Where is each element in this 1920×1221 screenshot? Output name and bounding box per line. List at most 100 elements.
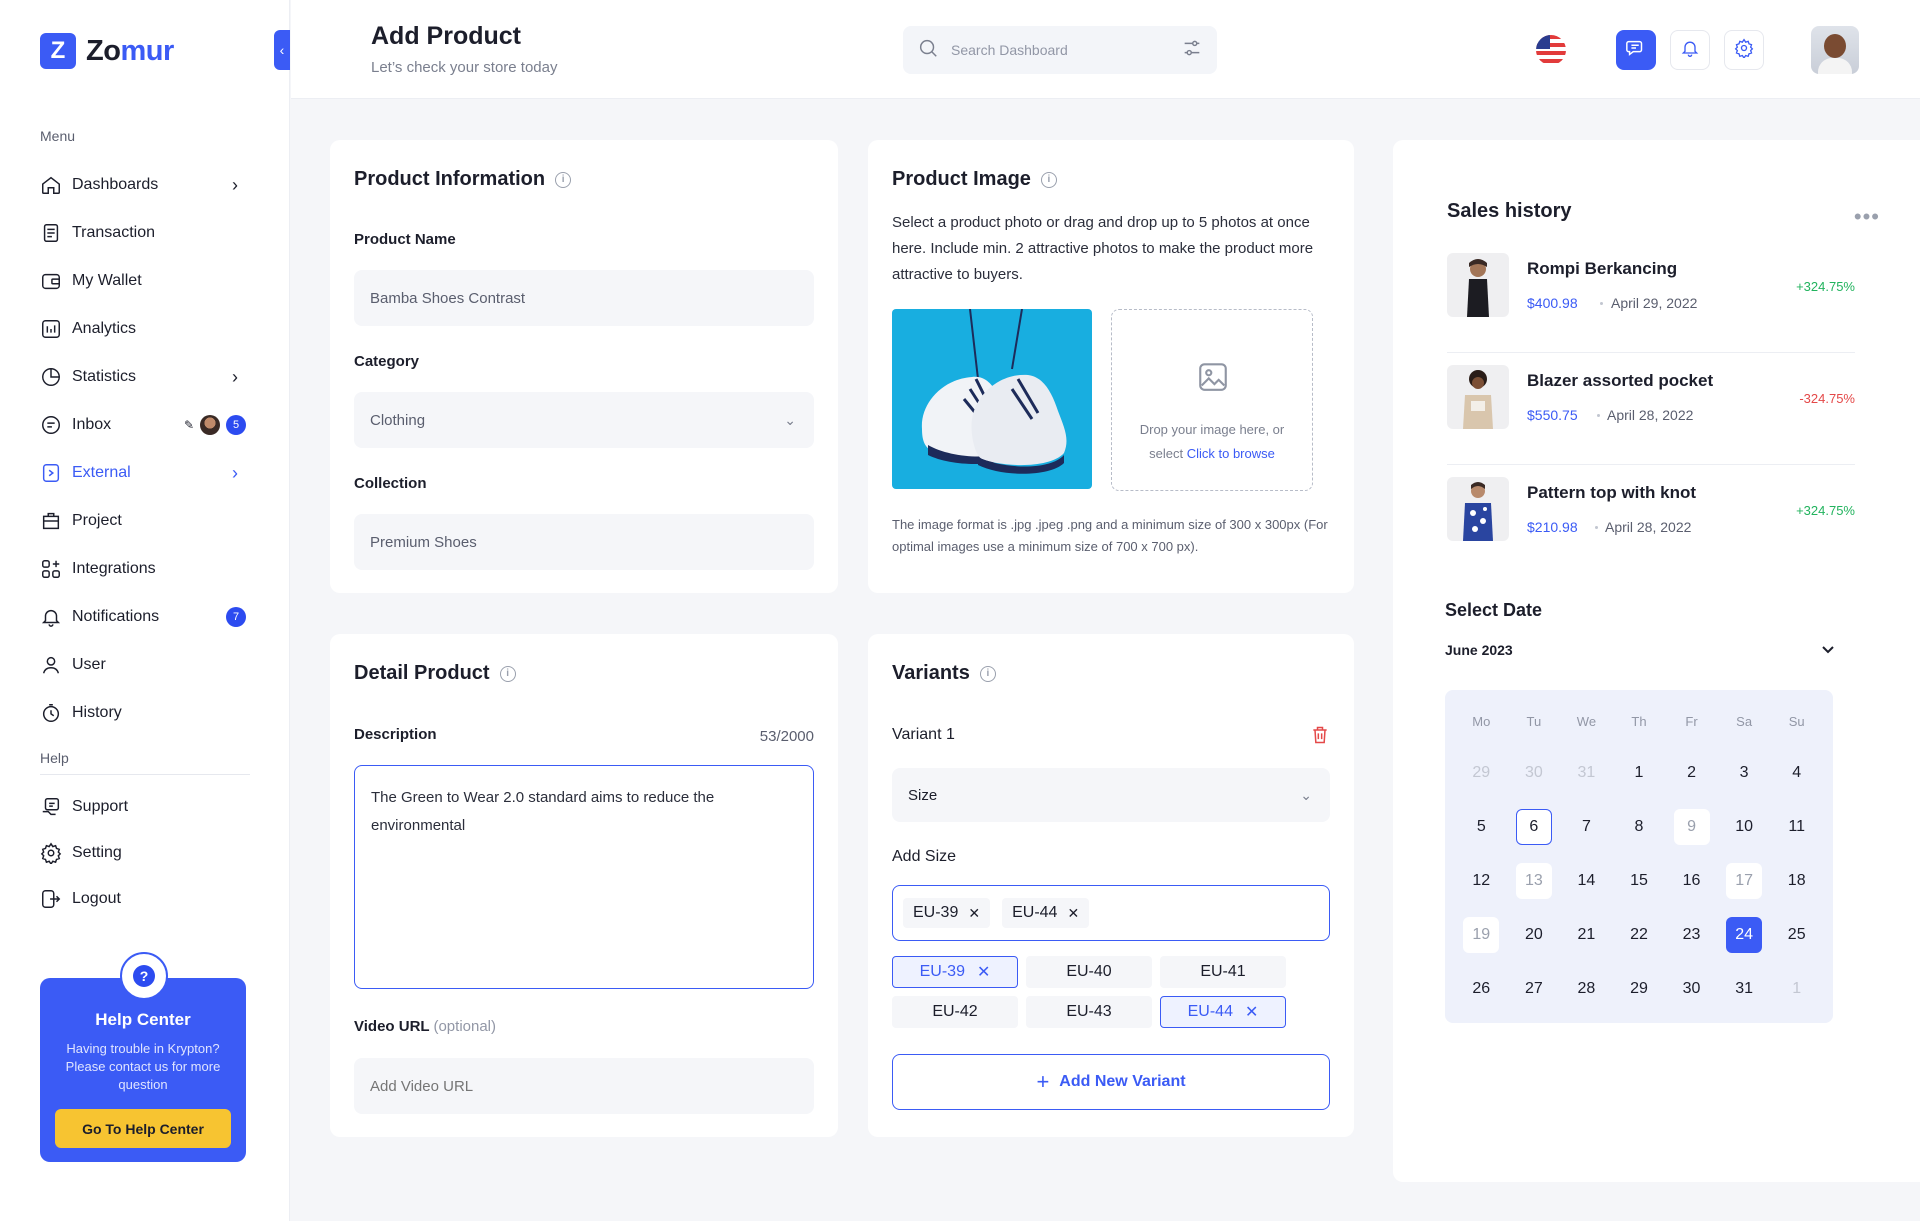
calendar-day[interactable]: 14 [1560,854,1613,908]
info-icon[interactable]: i [1040,171,1057,188]
sidebar-item-user[interactable]: User [40,641,246,689]
sidebar-item-project[interactable]: Project [40,497,246,545]
calendar-day[interactable]: 31 [1560,746,1613,800]
calendar-day[interactable]: 29 [1455,746,1508,800]
calendar-day[interactable]: 8 [1613,800,1666,854]
info-icon[interactable]: i [979,665,996,682]
calendar-day[interactable]: 20 [1508,908,1561,962]
calendar-day[interactable]: 16 [1665,854,1718,908]
sales-history-item[interactable]: Pattern top with knot $210.98 April 28, … [1447,477,1855,577]
separator-dot [1597,414,1600,417]
description-textarea[interactable]: The Green to Wear 2.0 standard aims to r… [354,765,814,989]
size-option[interactable]: EU-42 [892,996,1018,1028]
size-option[interactable]: EU-40 [1026,956,1152,988]
calendar-day[interactable]: 27 [1508,962,1561,1016]
calendar-day[interactable]: 10 [1718,800,1771,854]
category-select[interactable]: Clothing ⌄ [354,392,814,448]
sidebar-item-integrations[interactable]: Integrations [40,545,246,593]
calendar-day[interactable]: 1 [1613,746,1666,800]
info-icon[interactable]: i [499,665,516,682]
day-number: 15 [1630,872,1648,889]
sales-history-item[interactable]: Blazer assorted pocket $550.75 April 28,… [1447,365,1855,465]
sidebar-item-setting[interactable]: Setting [40,830,246,876]
browse-link[interactable]: Click to browse [1187,446,1275,461]
calendar-day[interactable]: 29 [1613,962,1666,1016]
month-dropdown[interactable]: June 2023 [1445,642,1853,658]
notifications-count-badge: 7 [226,607,246,627]
go-to-help-center-button[interactable]: Go To Help Center [55,1109,231,1148]
sidebar-item-analytics[interactable]: Analytics [40,305,246,353]
sidebar-item-dashboards[interactable]: Dashboards › [40,161,246,209]
sidebar-item-logout[interactable]: Logout [40,876,246,922]
sidebar-item-notifications[interactable]: Notifications 7 [40,593,246,641]
settings-button[interactable] [1724,30,1764,70]
filter-icon[interactable] [1181,37,1203,64]
calendar-day[interactable]: 18 [1770,854,1823,908]
variant-type-select[interactable]: Size ⌄ [892,768,1330,822]
logo[interactable]: Z Zomur [40,33,174,69]
sidebar-item-history[interactable]: History [40,689,246,737]
sidebar-item-transaction[interactable]: Transaction [40,209,246,257]
search-input[interactable] [951,42,1181,58]
calendar-day[interactable]: 5 [1455,800,1508,854]
calendar-day[interactable]: 12 [1455,854,1508,908]
user-avatar[interactable] [1811,26,1859,74]
calendar-day[interactable]: 7 [1560,800,1613,854]
calendar-day[interactable]: 2 [1665,746,1718,800]
close-icon[interactable]: ✕ [1245,1002,1258,1022]
sidebar-item-inbox[interactable]: Inbox ✎ 5 [40,401,246,449]
sidebar-item-statistics[interactable]: Statistics › [40,353,246,401]
chevron-down-icon: ⌄ [784,411,796,428]
calendar-day[interactable]: 1 [1770,962,1823,1016]
calendar-day[interactable]: 21 [1560,908,1613,962]
calendar-day[interactable]: 30 [1665,962,1718,1016]
size-option[interactable]: EU-39 ✕ [892,956,1018,988]
product-photo[interactable] [892,309,1092,489]
calendar-day[interactable]: 15 [1613,854,1666,908]
calendar-day[interactable]: 3 [1718,746,1771,800]
close-icon[interactable]: ✕ [977,962,990,982]
size-tag-input[interactable]: EU-39 ✕ EU-44 ✕ [892,885,1330,941]
size-option[interactable]: EU-41 [1160,956,1286,988]
add-new-variant-button[interactable]: + Add New Variant [892,1054,1330,1110]
sidebar-item-support[interactable]: Support [40,784,246,830]
sidebar-item-my-wallet[interactable]: My Wallet [40,257,246,305]
calendar-day[interactable]: 13 [1508,854,1561,908]
video-url-input[interactable] [370,1077,798,1095]
calendar-day[interactable]: 6 [1508,800,1561,854]
calendar-day[interactable]: 4 [1770,746,1823,800]
product-name-field [354,270,814,326]
size-option[interactable]: EU-43 [1026,996,1152,1028]
product-name-input[interactable] [370,289,798,307]
calendar-day[interactable]: 30 [1508,746,1561,800]
close-icon[interactable]: ✕ [1067,905,1079,922]
calendar-day[interactable]: 31 [1718,962,1771,1016]
calendar-day[interactable]: 26 [1455,962,1508,1016]
sales-history-item[interactable]: Rompi Berkancing $400.98 April 29, 2022 … [1447,253,1855,353]
sidebar-item-external[interactable]: External › [40,449,246,497]
more-icon[interactable]: ••• [1854,204,1880,230]
calendar-day[interactable]: 19 [1455,908,1508,962]
delete-variant-button[interactable] [1310,724,1330,746]
close-icon[interactable]: ✕ [968,905,980,922]
current-month: June 2023 [1445,642,1513,658]
sidebar: Z Zomur ‹ Menu Dashboards › Transaction … [0,0,290,1221]
calendar-day-selected[interactable]: 24 [1718,908,1771,962]
calendar-day[interactable]: 22 [1613,908,1666,962]
calendar-day[interactable]: 28 [1560,962,1613,1016]
calendar-day[interactable]: 11 [1770,800,1823,854]
notifications-button[interactable] [1670,30,1710,70]
sidebar-collapse-button[interactable]: ‹ [274,30,290,70]
chat-button[interactable] [1616,30,1656,70]
size-option[interactable]: EU-44 ✕ [1160,996,1286,1028]
collection-input[interactable] [370,533,798,551]
chevron-right-icon: › [232,174,238,195]
info-icon[interactable]: i [555,171,572,188]
us-flag-icon[interactable] [1536,35,1566,65]
calendar-day[interactable]: 17 [1718,854,1771,908]
image-dropzone[interactable]: Drop your image here, or select Click to… [1111,309,1313,491]
calendar-day[interactable]: 9 [1665,800,1718,854]
calendar-day[interactable]: 25 [1770,908,1823,962]
calendar-day[interactable]: 23 [1665,908,1718,962]
video-url-label: Video URL (optional) [354,1018,496,1035]
